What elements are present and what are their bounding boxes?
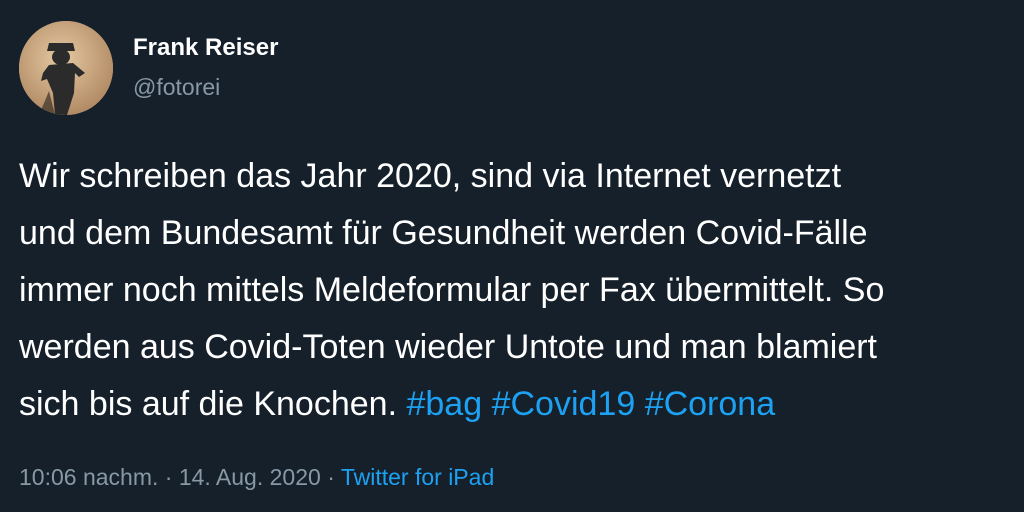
author-handle[interactable]: @fotorei <box>133 74 220 101</box>
author-display-name[interactable]: Frank Reiser <box>133 34 278 62</box>
tweet-text-line: immer noch mittels Meldeformular per Fax… <box>19 271 885 309</box>
hashtag-covid19-link[interactable]: #Covid19 <box>492 385 636 423</box>
tweet-time[interactable]: 10:06 nachm. <box>19 464 158 490</box>
meta-separator: · <box>164 464 173 490</box>
tweet-text-line: und dem Bundesamt für Gesundheit werden … <box>19 214 868 252</box>
avatar[interactable] <box>19 21 113 115</box>
hashtag-bag-link[interactable]: #bag <box>406 385 482 423</box>
tweet-metadata: 10:06 nachm. · 14. Aug. 2020 · Twitter f… <box>19 464 494 491</box>
tweet-text: Wir schreiben das Jahr 2020, sind via In… <box>19 148 1024 433</box>
tweet-text-line: sich bis auf die Knochen. <box>19 385 398 423</box>
tweet-date[interactable]: 14. Aug. 2020 <box>179 464 321 490</box>
tweet-text-line: werden aus Covid-Toten wieder Untote und… <box>19 328 878 366</box>
avatar-silhouette-icon <box>19 21 113 115</box>
tweet-source-link[interactable]: Twitter for iPad <box>341 464 494 490</box>
tweet-card: Frank Reiser @fotorei Wir schreiben das … <box>0 0 1024 512</box>
tweet-text-line: Wir schreiben das Jahr 2020, sind via In… <box>19 157 842 195</box>
tweet-text-last-line: sich bis auf die Knochen. #bag #Covid19 … <box>19 376 1024 433</box>
hashtag-corona-link[interactable]: #Corona <box>645 385 775 423</box>
meta-separator: · <box>327 464 335 490</box>
